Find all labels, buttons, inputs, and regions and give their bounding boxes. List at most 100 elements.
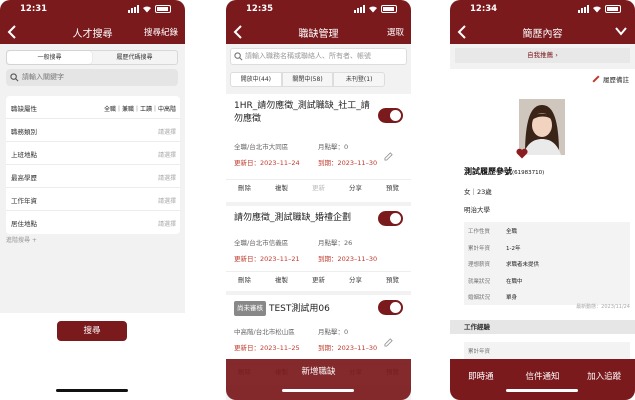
self-recommendation-link[interactable]: 自我推薦 ›	[455, 48, 630, 63]
filter-value: 請選擇	[157, 175, 176, 182]
refresh-button[interactable]: 更新	[300, 272, 337, 288]
candidate-name-text: 測試履歷參號	[464, 167, 512, 176]
wifi-icon	[593, 6, 601, 13]
delete-button[interactable]: 刪除	[226, 180, 263, 196]
filter-label: 居住地點	[11, 220, 37, 228]
filter-education[interactable]: 最高學歷 請選擇	[6, 165, 180, 188]
filter-job-type[interactable]: 職缺屬性 全職｜兼職｜工讀｜中高階	[6, 96, 180, 119]
share-button[interactable]: 分享	[337, 180, 374, 196]
filter-value: 請選擇	[157, 198, 176, 205]
bottom-action-bar: 即時通 信件通知 加入追蹤	[450, 359, 635, 400]
tab-unpublished[interactable]: 未刊登(1)	[333, 72, 386, 87]
detail-value: 在職中	[506, 278, 523, 285]
select-button[interactable]: 選取	[387, 26, 404, 38]
instant-message-button[interactable]: 即時通	[450, 359, 512, 400]
tab-resume-code-search[interactable]: 履歷代碼搜尋	[92, 51, 177, 64]
edit-icon[interactable]	[384, 152, 393, 161]
heart-icon[interactable]	[516, 148, 528, 159]
detail-value: 1-2年	[506, 245, 521, 252]
detail-label: 就業狀況	[468, 278, 491, 285]
home-indicator	[282, 389, 354, 392]
pencil-icon	[592, 75, 600, 83]
job-open-toggle[interactable]	[378, 108, 403, 123]
pending-review-badge: 尚未審核	[234, 301, 266, 316]
battery-icon	[155, 5, 171, 13]
content: 請輸入職務名稱或聯絡人、所有者、帳號 開放中(44) 關閉中(58) 未刊登(1…	[226, 44, 411, 400]
job-title-row: 尚未審核 TEST測試用06	[234, 301, 384, 316]
search-mode-tabs: 一般搜尋 履歷代碼搜尋	[6, 50, 178, 65]
search-placeholder: 請輸入職務名稱或聯絡人、所有者、帳號	[245, 52, 371, 60]
filter-residence[interactable]: 居住地點 請選擇	[6, 211, 180, 234]
job-location: 全職/台北市大同區	[234, 143, 289, 151]
refresh-button[interactable]: 更新	[300, 180, 337, 196]
detail-row: 理想薪資 求職者未提供	[464, 255, 630, 272]
search-button[interactable]: 搜尋	[57, 321, 127, 341]
home-indicator	[56, 389, 128, 392]
filter-job-category[interactable]: 職務類別 請選擇	[6, 119, 180, 142]
resume-note-button[interactable]: 履歷備註	[592, 74, 629, 84]
edit-icon[interactable]	[384, 338, 393, 347]
page-title: 職缺管理	[298, 29, 339, 40]
wifi-icon	[369, 6, 377, 13]
signal-icon	[128, 5, 139, 13]
resume-note-label: 履歷備註	[603, 76, 629, 84]
content: 自我推薦 › 履歷備註 測試履歷參號(61983710) 女｜23歲 明治大學 …	[450, 44, 635, 400]
delete-button[interactable]: 刪除	[226, 272, 263, 288]
navbar: 人才搜尋 搜尋紀錄	[0, 22, 185, 42]
job-open-toggle[interactable]	[378, 211, 403, 226]
add-follow-button[interactable]: 加入追蹤	[573, 359, 635, 400]
job-updated-date: 更新日：2023–11–21	[234, 255, 300, 263]
job-updated-date: 更新日：2023–11–24	[234, 159, 300, 167]
status-bar: 12:35	[226, 3, 411, 17]
header: 12:31 人才搜尋 搜尋紀錄	[0, 0, 185, 44]
battery-icon	[605, 5, 621, 13]
filter-label: 上班地點	[11, 151, 37, 159]
last-update: 最新動態：2023/11/24	[576, 304, 630, 310]
wifi-icon	[143, 6, 151, 13]
share-button[interactable]: 分享	[337, 272, 374, 288]
preview-button[interactable]: 預覽	[374, 272, 411, 288]
search-history-button[interactable]: 搜尋紀錄	[144, 26, 178, 38]
job-updated-date: 更新日：2023–11–25	[234, 344, 300, 352]
email-notify-button[interactable]: 信件通知	[512, 359, 574, 400]
job-open-toggle[interactable]	[378, 300, 403, 315]
job-search-input[interactable]: 請輸入職務名稱或聯絡人、所有者、帳號	[230, 48, 407, 65]
signal-icon	[578, 5, 589, 13]
detail-value: 全職	[506, 229, 518, 235]
keyword-search-input[interactable]: 請輸入關鍵字	[6, 69, 178, 86]
job-monthly-clicks: 月點擊：0	[318, 328, 349, 336]
filter-value: 請選擇	[157, 221, 176, 228]
detail-row: 工作性質 全職	[464, 222, 630, 239]
status-icons	[354, 5, 397, 13]
job-card[interactable]: 請勿應徵_測試職缺_婚禮企劃 全職/台北市信義區 月點擊：26 更新日：2023…	[226, 206, 411, 291]
candidate-code: (61983710)	[512, 170, 545, 176]
chevron-down-icon[interactable]	[615, 26, 627, 36]
copy-button[interactable]: 複製	[263, 180, 300, 196]
tab-open[interactable]: 開放中(44)	[230, 72, 282, 87]
detail-row: 累計年資 1-2年	[464, 239, 630, 256]
filter-work-location[interactable]: 上班地點 請選擇	[6, 142, 180, 165]
navbar: 職缺管理 選取	[226, 22, 411, 42]
phone-talent-search: 12:31 人才搜尋 搜尋紀錄 一般搜尋 履歷代碼搜尋 請輸入關鍵字 職缺屬性 全…	[0, 0, 185, 400]
detail-value: 單身	[506, 295, 518, 302]
filter-experience[interactable]: 工作年資 請選擇	[6, 188, 180, 211]
candidate-school: 明治大學	[464, 206, 490, 214]
status-icons	[128, 5, 171, 13]
detail-value: 求職者未提供	[506, 262, 540, 269]
copy-button[interactable]: 複製	[263, 272, 300, 288]
avatar	[519, 99, 565, 155]
tab-closed[interactable]: 關閉中(58)	[281, 72, 334, 87]
add-job-button[interactable]: 新增職缺	[226, 359, 411, 400]
status-bar: 12:34	[450, 3, 635, 17]
preview-button[interactable]: 預覽	[374, 180, 411, 196]
phone-resume-detail: 12:34 簡歷內容 自我推薦 › 履歷備註 測試履歷參號(61983710) …	[450, 0, 635, 400]
job-title: 1HR_請勿應徵_測試職缺_社工_請勿應徵	[234, 101, 370, 124]
job-monthly-clicks: 月點擊：26	[318, 239, 353, 247]
job-card[interactable]: 1HR_請勿應徵_測試職缺_社工_請勿應徵 全職/台北市大同區 月點擊：0 更新…	[226, 94, 411, 202]
tab-general-search[interactable]: 一般搜尋	[7, 51, 92, 64]
status-time: 12:34	[470, 4, 498, 14]
filter-label: 職缺屬性	[11, 105, 37, 113]
advanced-search-link[interactable]: 進階搜尋 +	[6, 235, 37, 244]
battery-icon	[381, 5, 397, 13]
job-title: TEST測試用06	[269, 304, 330, 314]
